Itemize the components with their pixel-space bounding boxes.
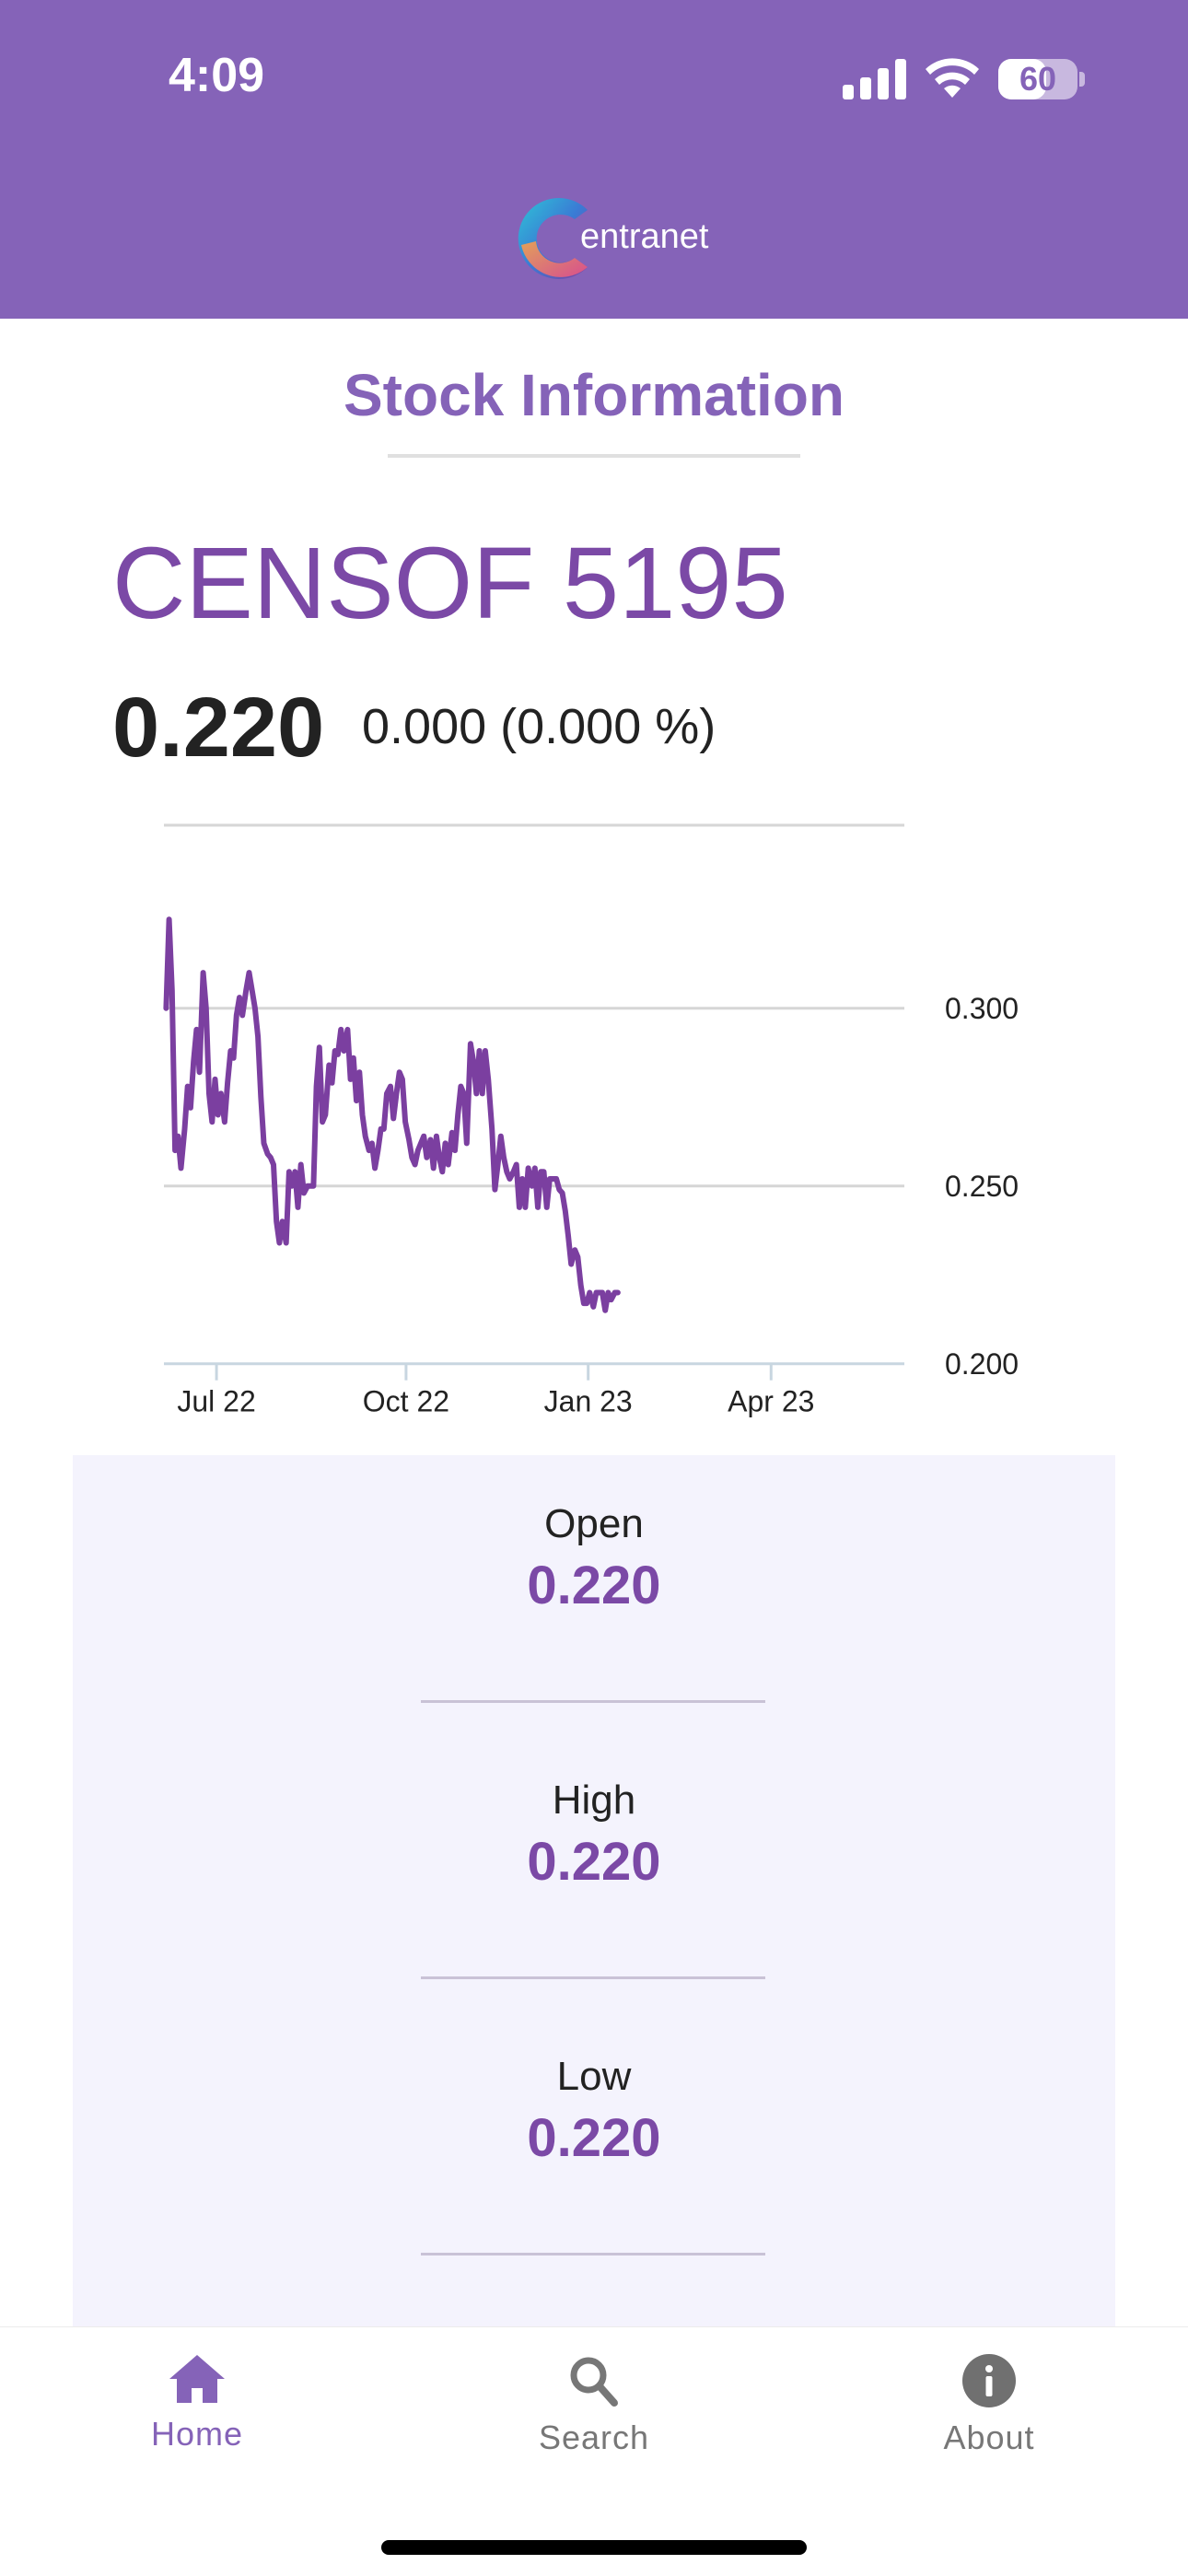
stat-value: 0.220 — [527, 1556, 661, 1615]
y-tick-label: 0.200 — [945, 1347, 1019, 1381]
x-tick-label: Oct 22 — [363, 1385, 449, 1418]
battery-level: 60 — [1019, 60, 1057, 98]
stat-label: High — [552, 1778, 636, 1823]
wifi-icon — [926, 58, 979, 98]
stock-price: 0.220 — [112, 681, 325, 775]
price-change: 0.000 (0.000 %) — [362, 699, 716, 754]
stat-divider — [421, 2253, 765, 2255]
x-tick-label: Jan 23 — [544, 1385, 633, 1418]
x-tick-label: Apr 23 — [728, 1385, 814, 1418]
price-chart[interactable]: 0.300 0.250 0.200 Jul 22 Oct 22 Jan 23 Apr 23 — [0, 792, 1188, 1455]
y-tick-label: 0.300 — [945, 992, 1019, 1025]
stat-label: Low — [556, 2054, 632, 2099]
search-icon — [570, 2357, 618, 2407]
x-tick-label: Jul 22 — [177, 1385, 255, 1418]
stock-name: CENSOF 5195 — [112, 527, 788, 640]
battery-icon: 60 — [998, 59, 1077, 99]
tab-home[interactable]: Home — [77, 2353, 317, 2454]
cellular-signal-icon — [843, 59, 906, 99]
tab-about-label: About — [943, 2419, 1035, 2456]
stat-high: High 0.220 — [73, 1778, 1115, 1893]
stat-divider — [421, 1976, 765, 1979]
stats-panel: Open 0.220 High 0.220 Low 0.220 — [73, 1455, 1115, 2326]
stat-divider — [421, 1700, 765, 1703]
stat-open: Open 0.220 — [73, 1501, 1115, 1616]
logo-text: entranet — [580, 217, 709, 256]
info-icon — [962, 2354, 1016, 2407]
stat-label: Open — [544, 1501, 644, 1546]
stat-low: Low 0.220 — [73, 2054, 1115, 2169]
title-divider — [388, 454, 800, 458]
tab-home-label: Home — [150, 2415, 244, 2453]
page-title: Stock Information — [343, 362, 845, 428]
tab-search[interactable]: Search — [474, 2353, 714, 2457]
price-series-line — [163, 916, 621, 1313]
home-icon — [169, 2355, 225, 2403]
battery-cap — [1079, 72, 1085, 87]
home-indicator — [381, 2540, 807, 2555]
y-tick-label: 0.250 — [945, 1170, 1019, 1203]
app-header: 4:09 60 entranet — [0, 0, 1188, 319]
tab-about[interactable]: About — [869, 2353, 1109, 2457]
status-time: 4:09 — [169, 49, 265, 102]
stat-value: 0.220 — [527, 1832, 661, 1892]
stat-value: 0.220 — [527, 2108, 661, 2168]
tab-search-label: Search — [538, 2419, 650, 2456]
tab-bar: Home Search About — [0, 2326, 1188, 2576]
